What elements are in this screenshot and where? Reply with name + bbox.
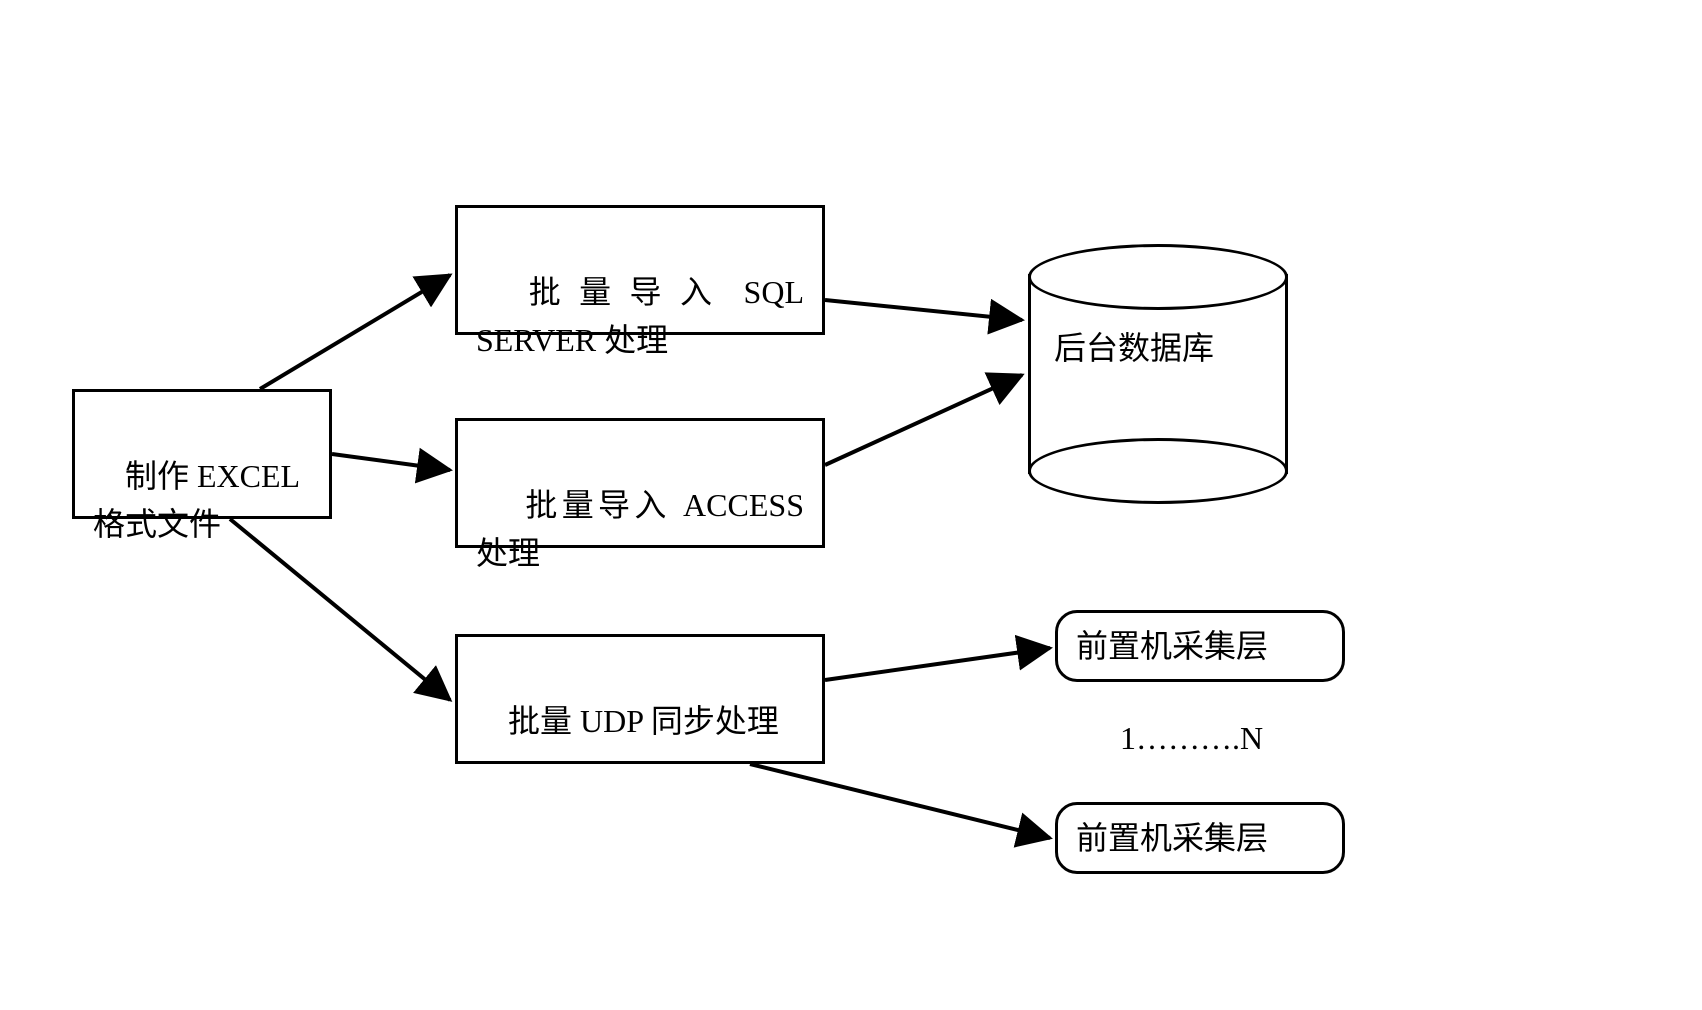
frontend-collector-1-box: 前置机采集层 [1055,610,1345,682]
processor-udp-box: 批量 UDP 同步处理 [455,634,825,764]
frontend-collector-1-label: 前置机采集层 [1076,622,1268,670]
processor-sql-label: 批 量 导 入 SQL SERVER 处理 [476,274,812,358]
processor-sql-box: 批 量 导 入 SQL SERVER 处理 [455,205,825,335]
frontend-collector-n-box: 前置机采集层 [1055,802,1345,874]
arrow-access-to-db [825,375,1022,465]
arrow-sql-to-db [825,300,1022,320]
processor-udp-label: 批量 UDP 同步处理 [508,703,779,739]
frontend-range-text: 1……….N [1120,720,1263,756]
processor-access-label: 批量导入 ACCESS 处理 [476,487,812,571]
arrow-source-to-udp [230,519,450,700]
arrow-source-to-sql [260,275,450,389]
frontend-collector-n-label: 前置机采集层 [1076,814,1268,862]
diagram-canvas: 制作 EXCEL 格式文件 批 量 导 入 SQL SERVER 处理 批量导入… [0,0,1702,1010]
backend-database-cylinder: 后台数据库 [1028,244,1288,504]
arrow-udp-to-frontendn [750,764,1050,838]
source-excel-box: 制作 EXCEL 格式文件 [72,389,332,519]
processor-access-box: 批量导入 ACCESS 处理 [455,418,825,548]
arrow-udp-to-frontend1 [825,648,1050,680]
arrow-source-to-access [332,454,450,470]
backend-database-label: 后台数据库 [1054,330,1214,366]
source-excel-label: 制作 EXCEL 格式文件 [93,458,300,542]
frontend-range-label: 1……….N [1120,720,1263,757]
